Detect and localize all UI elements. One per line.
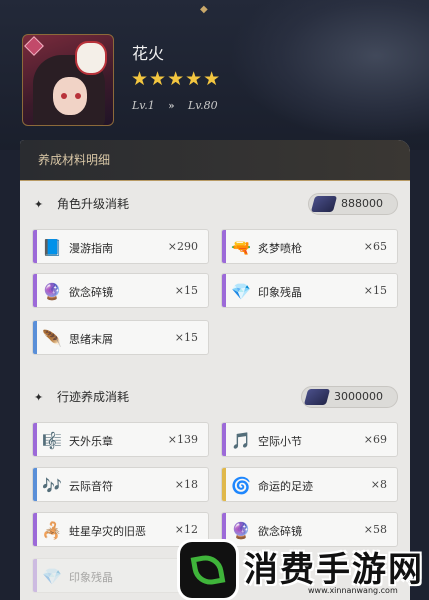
credit-icon — [303, 389, 331, 405]
claw-icon: 🦂 — [42, 520, 62, 540]
music-note-icon: 🎵 — [231, 430, 251, 450]
credit-icon — [310, 196, 338, 212]
material-item[interactable]: 🔮 欲念碎镜 ×58 — [221, 512, 398, 547]
note-icon: 🎶 — [42, 475, 62, 495]
spray-gun-icon: 🔫 — [231, 237, 251, 257]
ornament-icon: ◆ — [200, 4, 208, 15]
material-item[interactable]: 🎼 天外乐章 ×139 — [32, 422, 209, 457]
section-title: 行迹养成消耗 — [57, 390, 130, 404]
book-icon: 📘 — [42, 237, 62, 257]
material-item[interactable]: 🔫 炙梦喷枪 ×65 — [221, 229, 398, 264]
character-name: 花火 — [132, 44, 165, 63]
material-item[interactable]: 🪶 思绪末屑 ×15 — [32, 320, 209, 355]
level-to: Lv.80 — [187, 99, 218, 112]
material-item[interactable]: 🎵 空际小节 ×69 — [221, 422, 398, 457]
level-arrow-icon: » — [168, 101, 175, 112]
footprint-icon: 🌀 — [231, 475, 251, 495]
material-item[interactable]: 📘 漫游指南 ×290 — [32, 229, 209, 264]
material-item[interactable]: 🦂 蛀星孕灾的旧恶 ×12 — [32, 512, 209, 547]
level-from: Lv.1 — [132, 99, 155, 112]
diamond-icon: ✦ — [34, 391, 44, 404]
panel-title: 养成材料明细 — [20, 140, 410, 181]
material-item[interactable]: 💎 印象残晶 ×15 — [221, 273, 398, 308]
crystal-icon: 💎 — [42, 566, 62, 586]
level-range: Lv.1 » Lv.80 — [132, 99, 228, 112]
credit-amount: 3000000 — [334, 390, 383, 403]
character-portrait[interactable] — [22, 34, 114, 126]
mask-icon — [75, 41, 107, 75]
crystal-icon: 💎 — [231, 281, 251, 301]
material-item[interactable]: 💎 印象残晶 — [32, 558, 209, 593]
credit-cost: 3000000 — [301, 386, 398, 408]
material-item[interactable]: 🎶 云际音符 ×18 — [32, 467, 209, 502]
section-header-traces: ✦ 行迹养成消耗 3000000 — [20, 382, 410, 412]
credit-amount: 888000 — [341, 197, 383, 210]
shard-icon: 🪶 — [42, 328, 62, 348]
mirror-shard-icon: 🔮 — [231, 520, 251, 540]
section-header-level: ✦ 角色升级消耗 888000 — [20, 189, 410, 219]
element-gem-icon — [24, 36, 44, 56]
material-item[interactable]: 🔮 欲念碎镜 ×15 — [32, 273, 209, 308]
rarity-stars: ★★★★★ — [131, 68, 222, 90]
material-item[interactable]: 🌀 命运的足迹 ×8 — [221, 467, 398, 502]
music-score-icon: 🎼 — [42, 430, 62, 450]
ship-artwork — [229, 0, 429, 140]
materials-panel: 养成材料明细 ✦ 角色升级消耗 888000 📘 漫游指南 ×290 🔫 炙梦喷… — [20, 140, 410, 600]
section-title: 角色升级消耗 — [57, 197, 130, 211]
diamond-icon: ✦ — [34, 198, 44, 211]
credit-cost: 888000 — [308, 193, 398, 215]
mirror-shard-icon: 🔮 — [42, 281, 62, 301]
